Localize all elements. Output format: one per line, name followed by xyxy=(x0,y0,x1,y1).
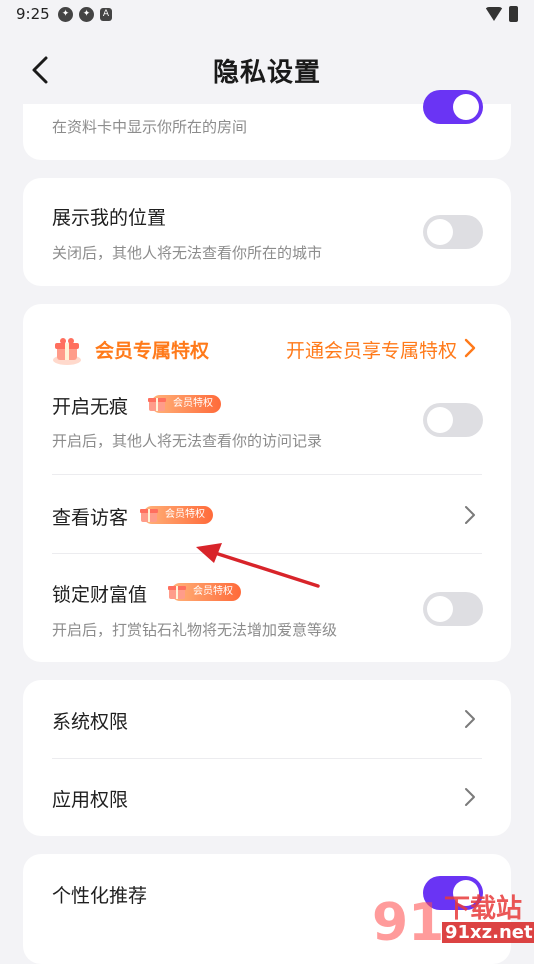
gift-icon xyxy=(148,398,166,411)
gift-icon xyxy=(168,586,186,599)
vip-badge: 会员特权 xyxy=(168,583,241,601)
chevron-right-icon[interactable] xyxy=(459,337,481,359)
page-title: 隐私设置 xyxy=(212,58,321,88)
vip-section-title: 会员专属特权 xyxy=(95,340,210,362)
invisible-mode-toggle[interactable] xyxy=(423,403,483,437)
watermark: 91 下载站 91xz.net xyxy=(370,888,534,948)
wifi-icon xyxy=(485,7,503,21)
permissions-card: 系统权限 应用权限 xyxy=(23,680,511,836)
app-permission-row[interactable]: 应用权限 xyxy=(23,758,511,836)
system-icons xyxy=(485,6,518,22)
location-title: 展示我的位置 xyxy=(52,207,167,229)
chevron-right-icon xyxy=(465,710,475,728)
vip-card: 会员专属特权 开通会员享专属特权 开启无痕 会员特权 开启后，其他人将无法查看你… xyxy=(23,304,511,662)
vip-badge: 会员特权 xyxy=(140,506,213,524)
system-permission-row[interactable]: 系统权限 xyxy=(23,680,511,758)
app-permission-title: 应用权限 xyxy=(52,789,129,811)
open-vip-link[interactable]: 开通会员享专属特权 xyxy=(286,336,457,363)
gift-icon xyxy=(140,509,158,522)
location-toggle[interactable] xyxy=(423,215,483,249)
gift-icon xyxy=(53,338,81,365)
status-bar: 9:25 ✦ ✦ A xyxy=(0,0,534,30)
view-visitors-title: 查看访客 xyxy=(52,507,129,529)
room-visibility-subtitle: 在资料卡中显示你所在的房间 xyxy=(52,118,248,136)
app-notification-icon: ✦ xyxy=(79,7,94,22)
lock-wealth-title: 锁定财富值 xyxy=(52,584,148,606)
chevron-right-icon xyxy=(465,506,475,524)
svg-text:91: 91 xyxy=(372,893,444,948)
view-visitors-row[interactable]: 查看访客 会员特权 xyxy=(23,475,511,553)
invisible-mode-title: 开启无痕 xyxy=(52,396,129,418)
watermark-domain: 91xz.net xyxy=(442,922,534,943)
system-permission-title: 系统权限 xyxy=(52,711,129,733)
lock-wealth-toggle[interactable] xyxy=(423,592,483,626)
chevron-right-icon xyxy=(465,788,475,806)
battery-icon xyxy=(509,6,518,22)
room-visibility-toggle[interactable] xyxy=(423,90,483,124)
room-visibility-card: 在资料卡中显示你所在的房间 xyxy=(23,90,511,160)
recommend-title: 个性化推荐 xyxy=(52,885,148,907)
invisible-mode-subtitle: 开启后，其他人将无法查看你的访问记录 xyxy=(52,432,323,450)
app-notification-icon: ✦ xyxy=(58,7,73,22)
lock-wealth-subtitle: 开启后，打赏钻石礼物将无法增加爱意等级 xyxy=(52,621,338,639)
watermark-text: 下载站 xyxy=(444,894,523,924)
location-card: 展示我的位置 关闭后，其他人将无法查看你所在的城市 xyxy=(23,178,511,286)
divider xyxy=(52,553,482,554)
location-subtitle: 关闭后，其他人将无法查看你所在的城市 xyxy=(52,244,323,262)
notification-icons: ✦ ✦ A xyxy=(58,7,112,22)
status-time: 9:25 xyxy=(16,5,50,23)
vip-badge: 会员特权 xyxy=(148,395,221,413)
a-notification-icon: A xyxy=(100,8,112,21)
